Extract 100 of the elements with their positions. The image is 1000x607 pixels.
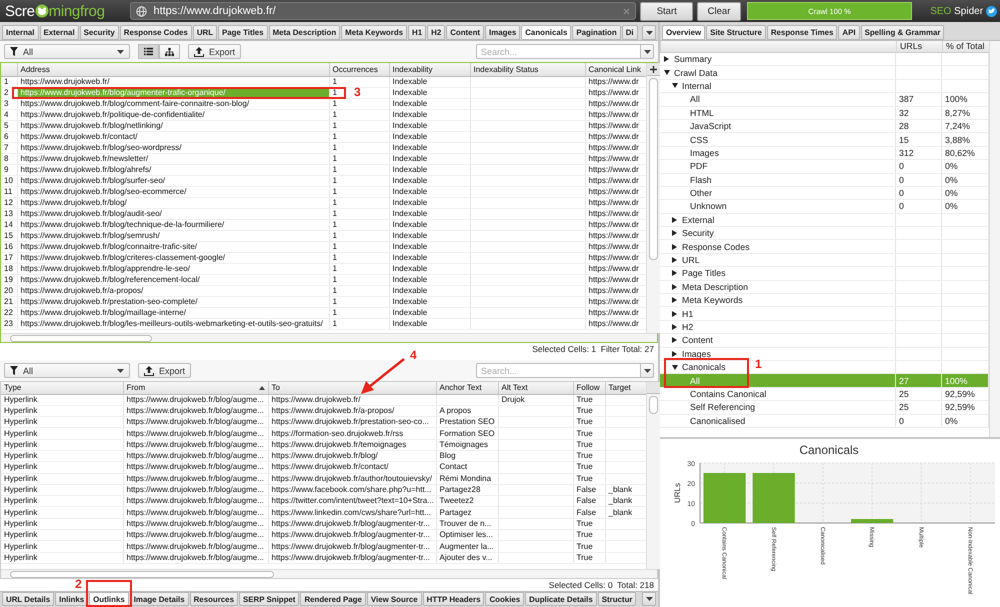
column-header[interactable]: Follow [573,382,605,394]
triangle-right-icon[interactable] [672,244,677,250]
table-cell[interactable]: https://www.drujokweb.fr/blog/seo-wordpress/ [17,142,329,153]
tree-row[interactable]: Contains Canonical 25 92,59% [660,388,989,402]
table-cell[interactable]: https://www.drujokweb.fr/ [17,76,329,87]
triangle-right-icon[interactable] [672,324,677,330]
column-header[interactable]: Indexability Status [470,63,585,76]
tree-row[interactable]: JavaScript 28 7,24% [660,120,989,134]
tree-row[interactable]: Meta Keywords [660,294,989,308]
export-button[interactable]: Export [188,44,242,59]
triangle-down-icon[interactable] [664,70,670,76]
table-cell[interactable]: https://www.drujokweb.fr/politique-de-confidentialite/ [17,109,329,120]
toolbar-button[interactable]: Clear [697,2,741,20]
sort-icon[interactable] [258,386,264,390]
toolbar-button[interactable]: Start [640,2,694,20]
more-tabs-button[interactable] [642,592,656,606]
table-cell[interactable]: https://www.drujokweb.fr/blog/comment-faire-connaitre-son-blog/ [17,98,329,109]
table-cell[interactable]: https://www.drujokweb.fr/blog/ [17,197,329,208]
table-cell[interactable]: https://www.drujokweb.fr/blog/les-meilleurs-outils-webmarketing-et-outils-seo-gratuits/ [17,318,329,329]
triangle-right-icon[interactable] [672,257,677,264]
column-header[interactable]: Target [605,382,646,394]
table-cell: Hyperlink [1,462,123,474]
plus-icon[interactable] [650,66,657,72]
tree-row[interactable]: Images 312 80,62% [660,146,989,160]
tree-row[interactable]: URL [660,254,989,268]
table-cell[interactable]: https://www.drujokweb.fr/blog/semrush/ [17,230,329,241]
table-cell[interactable]: https://www.drujokweb.fr/blog/connaitre-trafic-site/ [17,241,329,252]
triangle-right-icon[interactable] [672,230,677,236]
triangle-right-icon[interactable] [672,297,677,304]
tree-row[interactable]: All 387 100% [660,93,989,107]
triangle-right-icon[interactable] [672,284,677,290]
table-cell[interactable]: https://www.drujokweb.fr/blog/referencement-local/ [17,274,329,285]
table-cell[interactable]: https://www.drujokweb.fr/blog/criteres-classement-google/ [17,252,329,263]
tree-row[interactable]: Images [660,348,989,361]
tree-row[interactable]: Response Codes [660,240,989,254]
table-cell[interactable]: https://www.drujokweb.fr/blog/audit-seo/ [17,208,329,219]
more-tabs-button[interactable] [642,25,656,40]
filter-dropdown[interactable]: All [4,44,130,59]
table-cell: https://www.dr [585,186,646,197]
tree-row[interactable]: Security [660,227,989,240]
search-field[interactable]: Search... [476,44,640,59]
table-cell[interactable]: https://www.drujokweb.fr/blog/ahrefs/ [17,164,329,175]
filter-dropdown[interactable]: All [4,363,130,378]
table-cell[interactable]: https://www.drujokweb.fr/newsletter/ [17,153,329,164]
column-header[interactable]: Alt Text [498,382,573,394]
tree-row[interactable]: Page Titles [660,267,989,281]
triangle-right-icon[interactable] [672,310,677,317]
triangle-down-icon[interactable] [672,83,678,88]
tree-row[interactable]: Canonicalised 0 0% [660,414,989,428]
tree-row[interactable]: Self Referencing 25 92,59% [660,401,989,415]
tree-row[interactable]: H1 [660,307,989,321]
column-header[interactable]: Address [17,63,329,76]
table-cell[interactable]: https://www.drujokweb.fr/blog/maillage-interne/ [17,307,329,318]
table-cell[interactable]: https://www.drujokweb.fr/prestation-seo-complete/ [17,296,329,307]
list-view-button[interactable] [138,44,159,59]
search-options-button[interactable] [640,363,654,378]
table-cell[interactable]: https://www.drujokweb.fr/a-propos/ [17,285,329,296]
url-field[interactable]: https://www.drujokweb.fr/ [130,2,636,20]
export-button[interactable]: Export [138,363,192,378]
tree-row[interactable]: Content [660,334,989,348]
tree-row[interactable]: Summary [660,53,989,66]
triangle-down-icon[interactable] [672,364,678,370]
column-chooser-button[interactable] [647,63,660,76]
tree-view-button[interactable] [159,44,180,59]
table-cell: https://www.dr [585,208,646,219]
table-cell: 1 [329,175,389,186]
column-header[interactable]: From [123,382,268,394]
column-header[interactable]: Type [1,382,123,394]
column-header[interactable]: To [268,382,436,394]
column-header[interactable]: Anchor Text [436,382,498,394]
tree-row[interactable]: Crawl Data [660,66,989,80]
tree-row[interactable]: Unknown 0 0% [660,200,989,214]
triangle-right-icon[interactable] [672,337,677,344]
tree-row[interactable]: Flash 0 0% [660,174,989,187]
tree-row[interactable]: PDF 0 0% [660,160,989,174]
table-cell[interactable]: https://www.drujokweb.fr/blog/seo-ecommerce/ [17,186,329,197]
tree-row[interactable]: External [660,214,989,228]
search-field[interactable]: Search... [476,363,640,378]
triangle-right-icon[interactable] [664,56,669,62]
tree-row[interactable]: Internal [660,80,989,94]
tree-row[interactable]: H2 [660,320,989,334]
table-cell: https://www.drujokweb.fr/blog/augme... [123,405,268,417]
column-header[interactable]: Occurrences [329,63,389,76]
table-cell[interactable]: https://www.drujokweb.fr/contact/ [17,131,329,142]
table-cell[interactable]: https://www.drujokweb.fr/blog/surfer-seo/ [17,175,329,186]
tree-row[interactable]: CSS 15 3,88% [660,133,989,147]
tree-row[interactable]: HTML 32 8,27% [660,106,989,120]
bird-icon[interactable] [986,6,997,16]
triangle-right-icon[interactable] [672,350,677,357]
table-cell[interactable]: https://www.drujokweb.fr/blog/technique-de-la-fourmiliere/ [17,219,329,230]
column-header[interactable]: Canonical Link [585,63,646,76]
search-options-button[interactable] [640,44,654,59]
table-cell: https://www.drujokweb.fr/blog/augme... [123,462,268,474]
tree-row[interactable]: Meta Description [660,280,989,294]
triangle-right-icon[interactable] [672,270,677,276]
table-cell[interactable]: https://www.drujokweb.fr/blog/netlinking/ [17,120,329,131]
column-header[interactable]: Indexability [389,63,470,76]
triangle-right-icon[interactable] [672,216,677,223]
tree-row[interactable]: Other 0 0% [660,186,989,200]
table-cell[interactable]: https://www.drujokweb.fr/blog/apprendre-le-seo/ [17,263,329,274]
